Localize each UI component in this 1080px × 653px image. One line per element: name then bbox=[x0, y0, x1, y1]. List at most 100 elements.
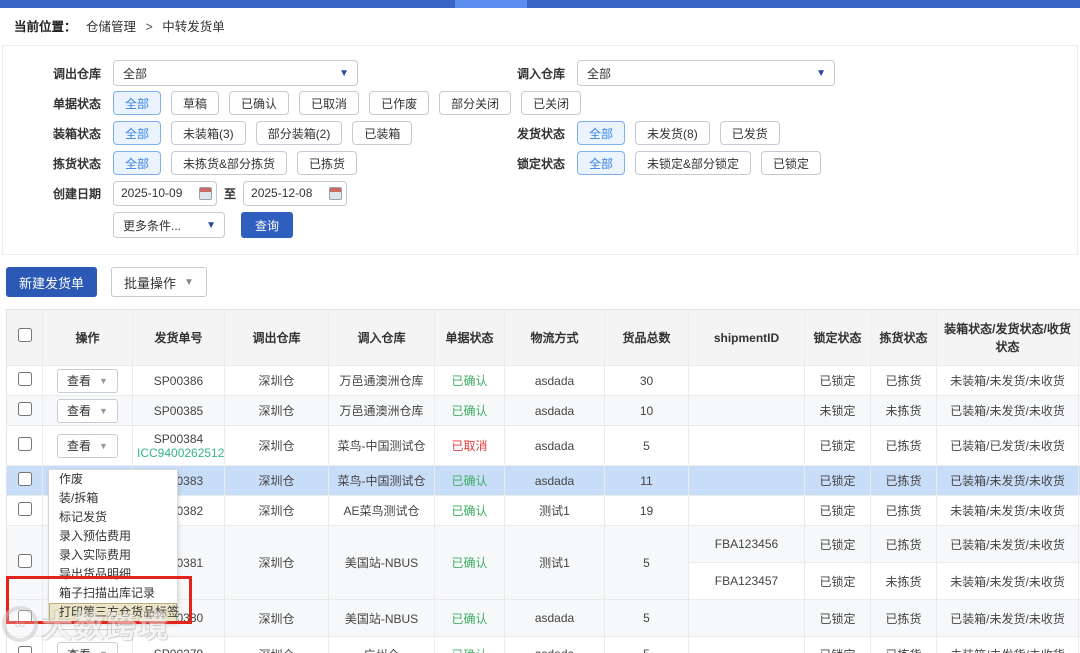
menu-item-mark-shipped[interactable]: 标记发货 bbox=[49, 508, 177, 527]
packing-status-unpacked[interactable]: 未装箱(3) bbox=[171, 121, 246, 145]
menu-item-void[interactable]: 作废 bbox=[49, 470, 177, 489]
doc-status-partial-closed[interactable]: 部分关闭 bbox=[439, 91, 512, 115]
breadcrumb: 当前位置： 仓储管理 > 中转发货单 bbox=[0, 8, 1080, 41]
view-button[interactable]: 查看▼ bbox=[57, 398, 118, 423]
menu-item-pack-unpack[interactable]: 装/拆箱 bbox=[49, 489, 177, 508]
view-button[interactable]: 查看▼ bbox=[57, 433, 118, 458]
header-logistics: 物流方式 bbox=[504, 309, 605, 366]
date-from-input[interactable]: 2025-10-09 bbox=[113, 180, 217, 206]
lock-status-all[interactable]: 全部 bbox=[577, 151, 626, 175]
in-warehouse-select[interactable]: 全部 ▼ bbox=[577, 60, 836, 86]
header-op: 操作 bbox=[42, 309, 133, 366]
status-badge: 已确认 bbox=[434, 525, 505, 600]
row-checkbox[interactable] bbox=[17, 472, 32, 486]
picking-status-unpicked[interactable]: 未拣货&部分拣货 bbox=[171, 151, 288, 175]
breadcrumb-separator: > bbox=[145, 20, 153, 34]
picking-status-all[interactable]: 全部 bbox=[113, 151, 162, 175]
caret-down-icon: ▼ bbox=[99, 405, 108, 416]
more-conditions-select[interactable]: 更多条件... ▼ bbox=[113, 212, 225, 238]
header-pick-status: 拣货状态 bbox=[870, 309, 937, 366]
chevron-down-icon: ▼ bbox=[206, 219, 216, 231]
doc-status-label: 单据状态 bbox=[52, 96, 101, 111]
menu-item-box-scan-records[interactable]: 箱子扫描出库记录 bbox=[49, 584, 177, 603]
lock-status-unlocked[interactable]: 未锁定&部分锁定 bbox=[635, 151, 752, 175]
row-checkbox[interactable] bbox=[17, 609, 32, 624]
table-row: 查看 ▼ SP00385 深圳仓 万邑通澳洲仓库 已确认 asdada 10 未锁… bbox=[6, 395, 1080, 426]
menu-item-export-details[interactable]: 导出货品明细 bbox=[49, 565, 177, 584]
header-doc-status: 单据状态 bbox=[434, 309, 505, 366]
doc-status-cancelled[interactable]: 已取消 bbox=[299, 91, 360, 115]
packing-status-partial[interactable]: 部分装箱(2) bbox=[255, 121, 343, 145]
doc-status-draft[interactable]: 草稿 bbox=[171, 91, 220, 115]
menu-item-print-third-party-labels[interactable]: 打印第三方仓货品标签 bbox=[49, 603, 179, 622]
select-all-checkbox[interactable] bbox=[17, 328, 32, 342]
shipping-status-label: 发货状态 bbox=[517, 126, 566, 141]
row-actions-menu: 作废 装/拆箱 标记发货 录入预估费用 录入实际费用 导出货品明细 箱子扫描出库… bbox=[48, 469, 179, 623]
batch-operations-button[interactable]: 批量操作 ▼ bbox=[111, 267, 207, 297]
picking-status-picked[interactable]: 已拣货 bbox=[297, 151, 358, 175]
header-lock-status: 锁定状态 bbox=[804, 309, 871, 366]
status-badge: 已确认 bbox=[434, 395, 505, 426]
status-badge: 已取消 bbox=[434, 425, 505, 466]
top-bar bbox=[0, 0, 1080, 8]
row-checkbox[interactable] bbox=[17, 502, 32, 516]
row-checkbox[interactable] bbox=[17, 554, 32, 568]
shipping-status-unshipped[interactable]: 未发货(8) bbox=[635, 121, 710, 145]
calendar-icon[interactable] bbox=[199, 186, 212, 200]
row-checkbox[interactable] bbox=[17, 402, 32, 416]
doc-status-all[interactable]: 全部 bbox=[113, 91, 162, 115]
header-out-warehouse: 调出仓库 bbox=[224, 309, 329, 366]
shipment-id-cell: FBA123456 bbox=[688, 525, 805, 563]
shipping-status-all[interactable]: 全部 bbox=[577, 121, 626, 145]
row-checkbox[interactable] bbox=[17, 372, 32, 386]
in-warehouse-label: 调入仓库 bbox=[517, 66, 566, 81]
table-row: 查看▼ SP00379 深圳仓 广州仓 已确认 asdada 5 已锁定 已拣货… bbox=[6, 636, 1080, 653]
header-qty: 货品总数 bbox=[604, 309, 689, 366]
breadcrumb-warehouse-mgmt[interactable]: 仓储管理 bbox=[86, 20, 136, 34]
packing-status-packed[interactable]: 已装箱 bbox=[352, 121, 413, 145]
action-toolbar: 新建发货单 批量操作 ▼ bbox=[0, 255, 1080, 309]
chevron-down-icon: ▼ bbox=[339, 67, 349, 79]
view-button[interactable]: 查看▼ bbox=[57, 368, 118, 393]
table-header-row: 操作 发货单号 调出仓库 调入仓库 单据状态 物流方式 货品总数 shipmen… bbox=[6, 309, 1080, 366]
status-badge: 已确认 bbox=[434, 599, 505, 637]
lock-status-label: 锁定状态 bbox=[517, 156, 566, 171]
header-in-warehouse: 调入仓库 bbox=[328, 309, 435, 366]
row-checkbox[interactable] bbox=[17, 437, 32, 451]
calendar-icon[interactable] bbox=[329, 186, 343, 200]
date-to-input[interactable]: 2025-12-08 bbox=[243, 180, 348, 206]
table-row: 查看 ▼ SP00386 深圳仓 万邑通澳洲仓库 已确认 asdada 30 已锁… bbox=[6, 365, 1080, 396]
picking-status-label: 拣货状态 bbox=[52, 156, 101, 171]
tracking-number-link[interactable]: ICC94002625120336 bbox=[137, 446, 224, 460]
new-shipment-button[interactable]: 新建发货单 bbox=[6, 267, 98, 297]
caret-down-icon: ▼ bbox=[184, 276, 194, 288]
doc-status-voided[interactable]: 已作废 bbox=[369, 91, 430, 115]
packing-status-all[interactable]: 全部 bbox=[113, 121, 162, 145]
caret-down-icon: ▼ bbox=[99, 440, 108, 451]
doc-status-closed[interactable]: 已关闭 bbox=[521, 91, 582, 115]
shipping-status-shipped[interactable]: 已发货 bbox=[719, 121, 780, 145]
status-badge: 已确认 bbox=[434, 465, 505, 496]
doc-status-confirmed[interactable]: 已确认 bbox=[229, 91, 290, 115]
view-button[interactable]: 查看▼ bbox=[57, 642, 118, 653]
caret-down-icon: ▼ bbox=[99, 649, 108, 653]
top-bar-active-segment bbox=[455, 0, 527, 8]
out-warehouse-select[interactable]: 全部 ▼ bbox=[113, 60, 358, 86]
created-date-label: 创建日期 bbox=[52, 186, 101, 201]
breadcrumb-label: 当前位置： bbox=[14, 20, 77, 34]
lock-status-locked[interactable]: 已锁定 bbox=[761, 151, 822, 175]
breadcrumb-transfer-orders: 中转发货单 bbox=[162, 20, 225, 34]
date-range-separator: 至 bbox=[224, 186, 237, 201]
status-badge: 已确认 bbox=[434, 495, 505, 526]
menu-item-enter-estimated-fee[interactable]: 录入预估费用 bbox=[49, 527, 177, 546]
row-checkbox[interactable] bbox=[17, 645, 32, 653]
out-warehouse-label: 调出仓库 bbox=[52, 66, 101, 81]
packing-status-label: 装箱状态 bbox=[52, 126, 101, 141]
header-shipment-id: shipmentID bbox=[688, 309, 805, 366]
chevron-down-icon: ▼ bbox=[816, 67, 827, 79]
header-order-no: 发货单号 bbox=[132, 309, 225, 366]
table-row: 查看▼ SP00384 ICC94002625120336 深圳仓 菜鸟-中国测… bbox=[6, 425, 1080, 466]
status-badge: 已确认 bbox=[434, 365, 505, 396]
search-button[interactable]: 查询 bbox=[241, 212, 294, 238]
menu-item-enter-actual-fee[interactable]: 录入实际费用 bbox=[49, 546, 177, 565]
